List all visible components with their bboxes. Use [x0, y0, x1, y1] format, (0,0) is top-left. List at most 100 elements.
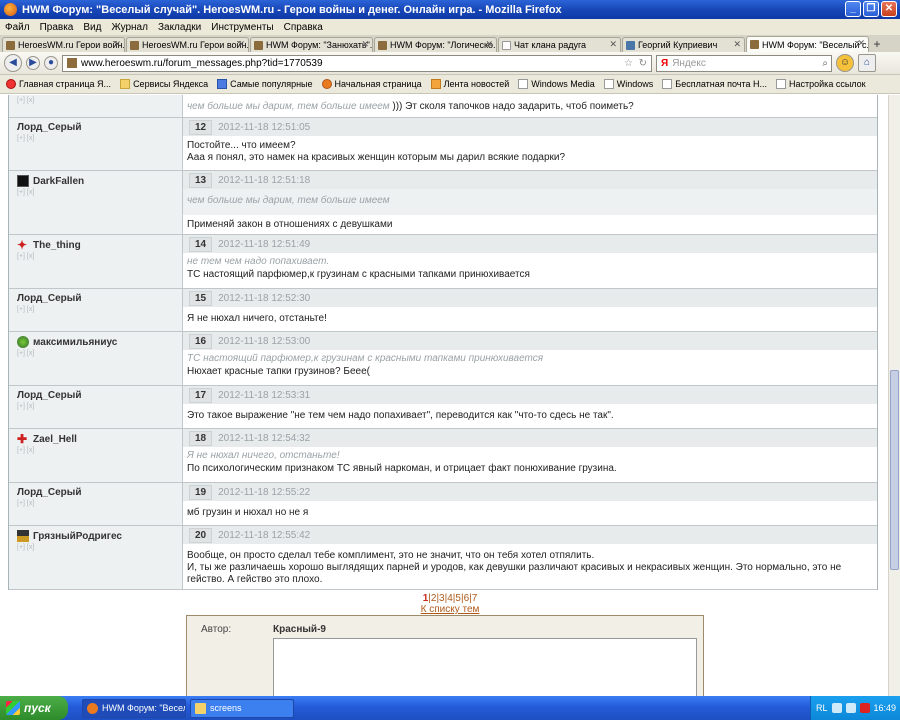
- tab-7[interactable]: HWM Форум: "Веселый с... ✕: [746, 36, 869, 52]
- reload-icon[interactable]: ↻: [639, 58, 647, 69]
- close-tab-icon[interactable]: ✕: [485, 39, 493, 50]
- bookmark-item[interactable]: Начальная страница: [321, 79, 422, 89]
- author-actions[interactable]: [+] [x]: [17, 135, 174, 142]
- network-icon[interactable]: [831, 703, 842, 713]
- bookmark-star-icon[interactable]: ☆: [624, 58, 633, 69]
- volume-icon[interactable]: [845, 703, 856, 713]
- close-tab-icon[interactable]: ✕: [857, 38, 865, 49]
- close-tab-icon[interactable]: ✕: [609, 39, 617, 50]
- antivirus-icon[interactable]: [859, 703, 870, 713]
- post-number[interactable]: 13: [189, 172, 213, 188]
- close-tab-icon[interactable]: ✕: [733, 39, 741, 50]
- menu-history[interactable]: Журнал: [111, 22, 148, 33]
- author-name[interactable]: Лорд_Серый: [17, 390, 81, 401]
- author-actions[interactable]: [+] [x]: [17, 189, 174, 196]
- url-bar[interactable]: www.heroeswm.ru/forum_messages.php?tid=1…: [62, 54, 652, 72]
- post-number[interactable]: 18: [189, 430, 213, 446]
- new-tab-button[interactable]: +: [870, 38, 884, 52]
- author-actions[interactable]: [+] [x]: [17, 306, 174, 313]
- tab-5[interactable]: Чат клана радуга ✕: [498, 37, 621, 52]
- start-button[interactable]: пуск: [0, 696, 68, 720]
- close-tab-icon[interactable]: ✕: [237, 39, 245, 50]
- post-author[interactable]: ГрязныйРодригес: [17, 530, 174, 542]
- page-link[interactable]: 4: [447, 593, 453, 604]
- author-name[interactable]: Лорд_Серый: [17, 122, 81, 133]
- menu-bookmarks[interactable]: Закладки: [158, 22, 201, 33]
- author-name[interactable]: Лорд_Серый: [17, 487, 81, 498]
- post-author[interactable]: Лорд_Серый: [17, 487, 174, 498]
- menu-help[interactable]: Справка: [284, 22, 323, 33]
- post-author[interactable]: максимильяниус: [17, 336, 174, 348]
- tab-1[interactable]: HeroesWM.ru Герои войн... ✕: [2, 37, 125, 52]
- post-number[interactable]: 15: [189, 290, 213, 306]
- page-link[interactable]: 5: [455, 593, 461, 604]
- taskbar-item-screens[interactable]: screens: [190, 698, 294, 718]
- bookmark-item[interactable]: Главная страница Я...: [6, 79, 111, 89]
- post-author[interactable]: ✦ The_thing: [17, 239, 174, 251]
- author-name[interactable]: DarkFallen: [33, 176, 84, 187]
- post-number[interactable]: 14: [189, 236, 213, 252]
- tab-3[interactable]: HWM Форум: "Занюхать"... ✕: [250, 37, 373, 52]
- post-message: Это такое выражение "не тем чем надо поп…: [187, 410, 614, 421]
- page-scrollbar[interactable]: [888, 95, 900, 696]
- page-link[interactable]: 2: [431, 593, 437, 604]
- author-actions[interactable]: [+] [x]: [17, 97, 174, 104]
- post-author[interactable]: Лорд_Серый: [17, 390, 174, 401]
- bookmark-item[interactable]: Сервисы Яндекса: [120, 79, 208, 89]
- language-indicator[interactable]: RL: [816, 703, 828, 713]
- tab-2[interactable]: HeroesWM.ru Герои войн... ✕: [126, 37, 249, 52]
- tab-6[interactable]: Георгий Куприевич ✕: [622, 37, 745, 52]
- search-icon[interactable]: ⌕: [822, 58, 828, 69]
- back-to-topics-link[interactable]: К списку тем: [380, 604, 520, 615]
- post-author[interactable]: Лорд_Серый: [17, 293, 174, 304]
- author-name[interactable]: Лорд_Серый: [17, 293, 81, 304]
- author-actions[interactable]: [+] [x]: [17, 253, 174, 260]
- post-number[interactable]: 20: [189, 527, 213, 543]
- minimize-button[interactable]: _: [845, 1, 861, 17]
- scrollbar-thumb[interactable]: [890, 370, 899, 570]
- bookmark-item[interactable]: Windows Media: [518, 79, 595, 89]
- author-name[interactable]: Zael_Hell: [33, 434, 77, 445]
- home-button[interactable]: ⌂: [858, 54, 876, 72]
- reply-textarea[interactable]: [273, 638, 697, 696]
- author-actions[interactable]: [+] [x]: [17, 403, 174, 410]
- post-author[interactable]: Лорд_Серый: [17, 122, 174, 133]
- home-site-icon[interactable]: ●: [44, 56, 58, 70]
- menu-file[interactable]: Файл: [5, 22, 30, 33]
- forward-button[interactable]: ▶: [26, 56, 40, 70]
- close-tab-icon[interactable]: ✕: [361, 39, 369, 50]
- bookmark-item[interactable]: Настройка ссылок: [776, 79, 866, 89]
- page-link[interactable]: 6: [464, 593, 470, 604]
- post-number[interactable]: 17: [189, 387, 213, 403]
- search-input[interactable]: Я Яндекс ⌕: [656, 54, 832, 72]
- page-link[interactable]: 7: [472, 593, 478, 604]
- maximize-button[interactable]: ❐: [863, 1, 879, 17]
- back-button[interactable]: ◀: [4, 54, 22, 72]
- addon-icon[interactable]: ☺: [836, 54, 854, 72]
- bookmark-item[interactable]: Самые популярные: [217, 79, 313, 89]
- post-author[interactable]: DarkFallen: [17, 175, 174, 187]
- bookmark-item[interactable]: Windows: [603, 79, 653, 89]
- post-number[interactable]: 12: [189, 119, 213, 135]
- author-actions[interactable]: [+] [x]: [17, 350, 174, 357]
- close-tab-icon[interactable]: ✕: [113, 39, 121, 50]
- close-window-button[interactable]: ✕: [881, 1, 897, 17]
- taskbar-item-firefox[interactable]: HWM Форум: "Весел...": [82, 698, 186, 718]
- author-name[interactable]: максимильяниус: [33, 337, 117, 348]
- post-number[interactable]: 19: [189, 484, 213, 500]
- post-number[interactable]: 16: [189, 333, 213, 349]
- post-author[interactable]: ✚ Zael_Hell: [17, 433, 174, 445]
- author-name[interactable]: The_thing: [33, 240, 81, 251]
- bookmark-item[interactable]: Бесплатная почта H...: [662, 79, 767, 89]
- author-actions[interactable]: [+] [x]: [17, 447, 174, 454]
- author-label: Автор:: [201, 624, 232, 635]
- bookmark-item[interactable]: Лента новостей: [430, 79, 509, 89]
- author-name[interactable]: ГрязныйРодригес: [33, 531, 122, 542]
- menu-view[interactable]: Вид: [83, 22, 101, 33]
- author-actions[interactable]: [+] [x]: [17, 500, 174, 507]
- menu-edit[interactable]: Правка: [40, 22, 74, 33]
- tab-4[interactable]: HWM Форум: "Логическо... ✕: [374, 37, 497, 52]
- author-actions[interactable]: [+] [x]: [17, 544, 174, 551]
- page-link[interactable]: 3: [439, 593, 445, 604]
- menu-tools[interactable]: Инструменты: [211, 22, 273, 33]
